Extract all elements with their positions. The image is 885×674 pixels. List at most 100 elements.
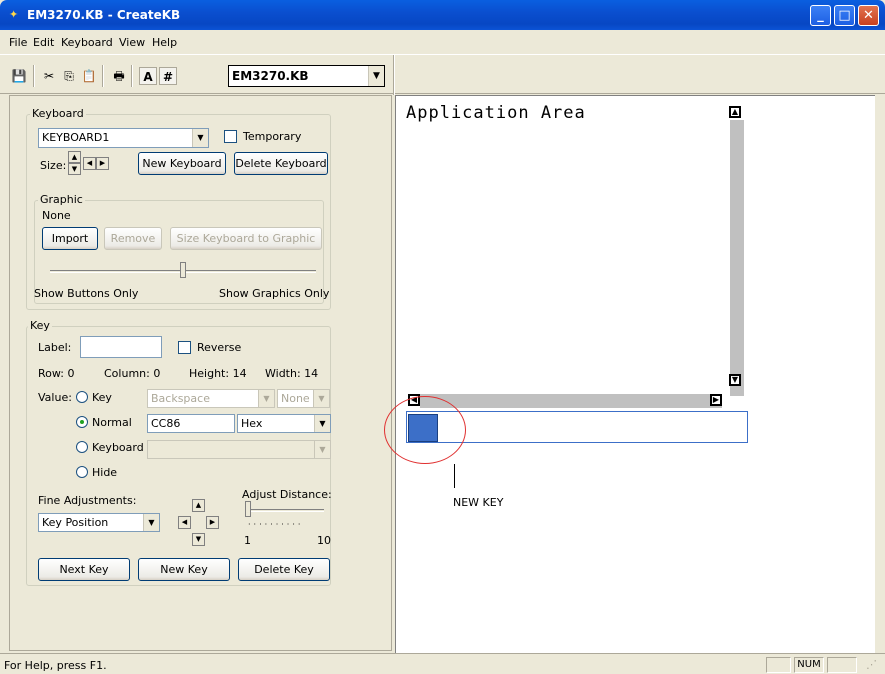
column-readout: Column: 0 xyxy=(104,367,161,380)
title-bar[interactable]: ✦ EM3270.KB - CreateKB _ □ ✕ xyxy=(0,0,885,30)
chevron-down-icon[interactable]: ▼ xyxy=(192,129,208,147)
horizontal-scrollbar[interactable] xyxy=(420,394,722,408)
resize-grip-icon[interactable]: ⋰ xyxy=(866,658,877,671)
none-select[interactable]: None ▼ xyxy=(277,389,330,408)
backspace-select[interactable]: Backspace ▼ xyxy=(147,389,275,408)
temporary-checkbox[interactable] xyxy=(224,130,237,143)
row-readout: Row: 0 xyxy=(38,367,75,380)
radio-hide[interactable] xyxy=(76,466,88,478)
scroll-right-icon[interactable]: ▶ xyxy=(710,394,722,406)
show-graphics-only-label: Show Graphics Only xyxy=(219,287,330,300)
graphic-slider-thumb[interactable] xyxy=(180,262,186,278)
adjust-mode-select[interactable]: Key Position ▼ xyxy=(38,513,160,532)
status-bar: For Help, press F1. NUM ⋰ xyxy=(0,653,885,674)
graphic-value: None xyxy=(42,209,71,222)
key-group-legend: Key xyxy=(28,319,52,332)
next-key-button[interactable]: Next Key xyxy=(38,558,130,581)
toolbar: 💾 ✂ ⎘ 📋 🖶 A # EM3270.KB ▼ xyxy=(0,54,885,95)
distance-slider-track[interactable] xyxy=(248,509,324,512)
distance-slider-thumb[interactable] xyxy=(245,501,251,517)
maximize-button[interactable]: □ xyxy=(834,5,855,26)
print-icon[interactable]: 🖶 xyxy=(110,67,128,85)
label-label: Label: xyxy=(38,341,72,354)
chevron-down-icon[interactable]: ▼ xyxy=(314,441,330,458)
menu-keyboard[interactable]: Keyboard xyxy=(61,36,113,49)
nudge-left-icon[interactable]: ◀ xyxy=(178,516,191,529)
format-select[interactable]: Hex ▼ xyxy=(237,414,331,433)
normal-value-input[interactable]: CC86 xyxy=(147,414,235,433)
a-button[interactable]: A xyxy=(139,67,157,85)
chevron-down-icon[interactable]: ▼ xyxy=(314,415,330,432)
status-panel-caps xyxy=(766,657,791,673)
chevron-down-icon[interactable]: ▼ xyxy=(313,390,329,407)
scroll-down-icon[interactable]: ▼ xyxy=(729,374,741,386)
new-key-annotation: NEW KEY xyxy=(453,496,504,509)
format-select-value: Hex xyxy=(241,417,263,430)
close-button[interactable]: ✕ xyxy=(858,5,879,26)
radio-normal-label: Normal xyxy=(92,416,132,429)
save-icon[interactable]: 💾 xyxy=(10,67,28,85)
file-combo[interactable]: EM3270.KB ▼ xyxy=(228,65,385,87)
keyboard-target-select[interactable]: ▼ xyxy=(147,440,331,459)
status-panel-num: NUM xyxy=(794,657,824,673)
toolbar-separator xyxy=(102,65,104,87)
radio-hide-label: Hide xyxy=(92,466,118,479)
new-keyboard-button[interactable]: New Keyboard xyxy=(138,152,226,175)
size-down-icon[interactable]: ▼ xyxy=(68,163,81,175)
menu-bar: File Edit Keyboard View Help xyxy=(0,30,885,54)
distance-ticks: ·········· xyxy=(248,520,304,529)
keyboard-group-legend: Keyboard xyxy=(30,107,86,120)
nudge-up-icon[interactable]: ▲ xyxy=(192,499,205,512)
chevron-down-icon[interactable]: ▼ xyxy=(368,66,384,86)
key-label-input[interactable] xyxy=(80,336,162,358)
annotation-circle xyxy=(384,396,466,464)
backspace-select-value: Backspace xyxy=(151,392,210,405)
chevron-down-icon[interactable]: ▼ xyxy=(258,390,274,407)
toolbar-separator xyxy=(33,65,35,87)
radio-normal[interactable] xyxy=(76,416,88,428)
delete-key-button[interactable]: Delete Key xyxy=(238,558,330,581)
reverse-label: Reverse xyxy=(197,341,242,354)
remove-button[interactable]: Remove xyxy=(104,227,162,250)
minimize-button[interactable]: _ xyxy=(810,5,831,26)
status-help-text: For Help, press F1. xyxy=(4,659,107,672)
application-area[interactable]: Application Area ▲ ▼ ◀ ▶ NEW KEY xyxy=(384,95,875,653)
menu-edit[interactable]: Edit xyxy=(33,36,54,49)
menu-help[interactable]: Help xyxy=(152,36,177,49)
graphic-group-legend: Graphic xyxy=(38,193,85,206)
paste-icon[interactable]: 📋 xyxy=(80,67,98,85)
radio-key-label: Key xyxy=(92,391,112,404)
annotation-line xyxy=(454,464,455,488)
application-area-title: Application Area xyxy=(406,103,586,123)
size-right-icon[interactable]: ▶ xyxy=(96,157,109,170)
new-key-button[interactable]: New Key xyxy=(138,558,230,581)
file-combo-value: EM3270.KB xyxy=(232,69,309,83)
size-up-icon[interactable]: ▲ xyxy=(68,151,81,163)
app-icon: ✦ xyxy=(9,8,19,21)
adjust-distance-label: Adjust Distance: xyxy=(242,488,332,501)
import-button[interactable]: Import xyxy=(42,227,98,250)
radio-keyboard-label: Keyboard xyxy=(92,441,144,454)
vertical-scrollbar[interactable] xyxy=(730,120,744,396)
menu-view[interactable]: View xyxy=(119,36,145,49)
copy-icon[interactable]: ⎘ xyxy=(60,67,78,85)
menu-file[interactable]: File xyxy=(9,36,27,49)
nudge-right-icon[interactable]: ▶ xyxy=(206,516,219,529)
chevron-down-icon[interactable]: ▼ xyxy=(143,514,159,531)
cut-icon[interactable]: ✂ xyxy=(40,67,58,85)
scroll-up-icon[interactable]: ▲ xyxy=(729,106,741,118)
hash-button[interactable]: # xyxy=(159,67,177,85)
value-label: Value: xyxy=(38,391,72,404)
size-keyboard-to-graphic-button[interactable]: Size Keyboard to Graphic xyxy=(170,227,322,250)
radio-key[interactable] xyxy=(76,391,88,403)
height-readout: Height: 14 xyxy=(189,367,247,380)
delete-keyboard-button[interactable]: Delete Keyboard xyxy=(234,152,328,175)
window-title: EM3270.KB - CreateKB xyxy=(27,8,181,22)
reverse-checkbox[interactable] xyxy=(178,341,191,354)
status-panel-scroll xyxy=(827,657,857,673)
keyboard-select[interactable]: KEYBOARD1 ▼ xyxy=(38,128,209,148)
nudge-down-icon[interactable]: ▼ xyxy=(192,533,205,546)
size-left-icon[interactable]: ◀ xyxy=(83,157,96,170)
radio-keyboard[interactable] xyxy=(76,441,88,453)
properties-panel: Keyboard KEYBOARD1 ▼ Temporary Size: ▲ ▼… xyxy=(9,95,392,651)
